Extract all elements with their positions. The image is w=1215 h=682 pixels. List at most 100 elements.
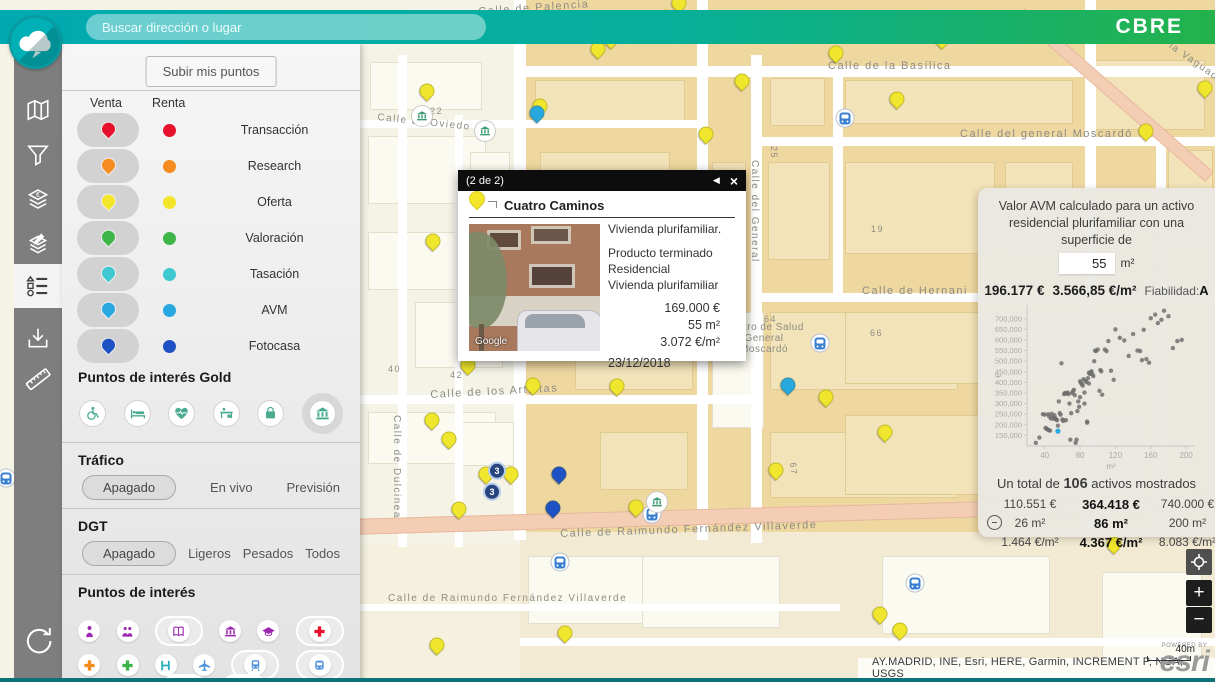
sidebar-item-layers-pricing[interactable]: € [14, 178, 62, 222]
legend-row: Valoración [62, 220, 360, 256]
green-cross-icon[interactable] [117, 654, 139, 676]
sidebar-item-download[interactable] [14, 316, 62, 360]
ruler-icon [24, 365, 52, 393]
dgt-options: Apagado Ligeros Pesados Todos [62, 540, 360, 566]
cloud-logo[interactable] [9, 16, 62, 69]
poi-bank-icon[interactable] [646, 491, 668, 513]
red-cross-icon[interactable] [309, 620, 331, 642]
median-price: 364.418 € [1070, 495, 1152, 514]
poi-title: Puntos de interés [78, 584, 195, 600]
venta-pin-icon [97, 226, 118, 247]
segment-option-apagado[interactable]: Apagado [82, 475, 176, 500]
svg-text:500,000: 500,000 [995, 356, 1022, 365]
svg-text:250,000: 250,000 [995, 409, 1022, 418]
venta-pin-toggle[interactable] [77, 257, 139, 291]
poi-bank-icon[interactable] [474, 120, 496, 142]
sidebar-item-measure[interactable] [14, 357, 62, 401]
property-popup: (2 de 2) ◀ × Cuatro Caminos Google Vivie… [458, 170, 746, 361]
sidebar-item-basemap[interactable] [14, 88, 62, 132]
segment-option-apagado[interactable]: Apagado [82, 541, 176, 566]
basemap-icon [25, 97, 51, 123]
zoom-out-button[interactable]: − [1186, 607, 1212, 633]
segment-option-previsión[interactable]: Previsión [287, 480, 340, 495]
sidebar-item-filters[interactable] [14, 133, 62, 177]
popup-prev-icon[interactable]: ◀ [703, 175, 730, 186]
renta-dot-toggle[interactable] [163, 160, 176, 173]
cluster-pin[interactable]: 3 [483, 483, 501, 501]
segment-option-pesados[interactable]: Pesados [243, 546, 294, 561]
legend-row: Fotocasa [62, 328, 360, 364]
cluster-pin[interactable]: 3 [488, 462, 506, 480]
library-book-icon[interactable] [168, 620, 190, 642]
venta-pin-toggle[interactable] [77, 221, 139, 255]
surface-input[interactable] [1059, 253, 1115, 274]
hotel-bed-icon[interactable] [124, 400, 151, 427]
svg-text:200,000: 200,000 [995, 420, 1022, 429]
venta-pin-toggle[interactable] [77, 185, 139, 219]
renta-dot-cell [139, 340, 199, 353]
locate-button[interactable] [1186, 549, 1212, 575]
venta-pin-toggle[interactable] [77, 113, 139, 147]
metro-station-icon[interactable] [836, 109, 855, 128]
sidebar-item-legend[interactable] [14, 264, 62, 308]
median-unit: 4.367 €/m² [1070, 533, 1152, 552]
person-icon[interactable] [78, 620, 100, 642]
renta-dot-toggle[interactable] [163, 268, 176, 281]
family-icon[interactable] [117, 620, 139, 642]
map-building [845, 162, 995, 254]
gold-poi-row [62, 392, 360, 434]
wheelchair-icon[interactable] [79, 400, 106, 427]
legend-row-label: Oferta [199, 195, 360, 209]
hospital-h-icon[interactable] [155, 654, 177, 676]
renta-dot-toggle[interactable] [163, 304, 176, 317]
svg-text:600,000: 600,000 [995, 335, 1022, 344]
venta-pin-toggle[interactable] [77, 149, 139, 183]
app-window: MercadoCalle de Palenciade la VaguadaCal… [0, 0, 1215, 682]
upload-points-button[interactable]: Subir mis puntos [146, 56, 277, 87]
sidebar-item-layers-drawing[interactable] [14, 222, 62, 266]
streetview-photo[interactable]: Google [469, 224, 600, 351]
svg-text:160: 160 [1144, 451, 1158, 460]
street-label: 66 [870, 328, 883, 338]
venta-pin-toggle[interactable] [77, 329, 139, 363]
zoom-in-button[interactable]: + [1186, 580, 1212, 606]
map-building [770, 78, 825, 126]
museum-icon[interactable] [219, 620, 241, 642]
sidebar-item-refresh[interactable] [14, 619, 62, 663]
renta-dot-toggle[interactable] [163, 232, 176, 245]
bank-building-icon[interactable] [309, 400, 336, 427]
filter-icon [25, 142, 51, 168]
segment-option-todos[interactable]: Todos [305, 546, 340, 561]
poi-selected-capsule [296, 650, 344, 680]
street-label: Calle de Hernani [862, 285, 968, 297]
train-icon[interactable] [244, 654, 266, 676]
renta-dot-toggle[interactable] [163, 196, 176, 209]
popup-close-icon[interactable]: × [730, 173, 738, 189]
renta-dot-toggle[interactable] [163, 124, 176, 137]
segment-option-ligeros[interactable]: Ligeros [188, 546, 231, 561]
education-cap-icon[interactable] [257, 620, 279, 642]
segment-option-en-vivo[interactable]: En vivo [210, 480, 253, 495]
locate-crosshair-icon [1191, 554, 1207, 570]
metro-station-icon[interactable] [906, 574, 925, 593]
map-street [751, 55, 762, 543]
poi-bank-icon[interactable] [411, 105, 433, 127]
health-heart-icon[interactable] [168, 400, 195, 427]
shopping-bag-icon[interactable] [257, 400, 284, 427]
search-input[interactable] [86, 14, 486, 40]
scale-bar [1147, 656, 1191, 661]
svg-text:m²: m² [1106, 462, 1116, 471]
avm-collapse-button[interactable] [987, 515, 1002, 530]
venta-pin-toggle[interactable] [77, 293, 139, 327]
photo-watermark: Google [475, 336, 507, 347]
bank-glyph [651, 496, 663, 508]
svg-text:40: 40 [1040, 451, 1049, 460]
metro-station-icon[interactable] [551, 553, 570, 572]
renta-dot-toggle[interactable] [163, 340, 176, 353]
metro-station-icon[interactable] [811, 334, 830, 353]
max-surface: 200 m² [1152, 514, 1215, 533]
office-desk-icon[interactable] [213, 400, 240, 427]
airport-plane-icon[interactable] [193, 654, 215, 676]
pharmacy-cross-icon[interactable] [78, 654, 100, 676]
metro-icon[interactable] [309, 654, 331, 676]
